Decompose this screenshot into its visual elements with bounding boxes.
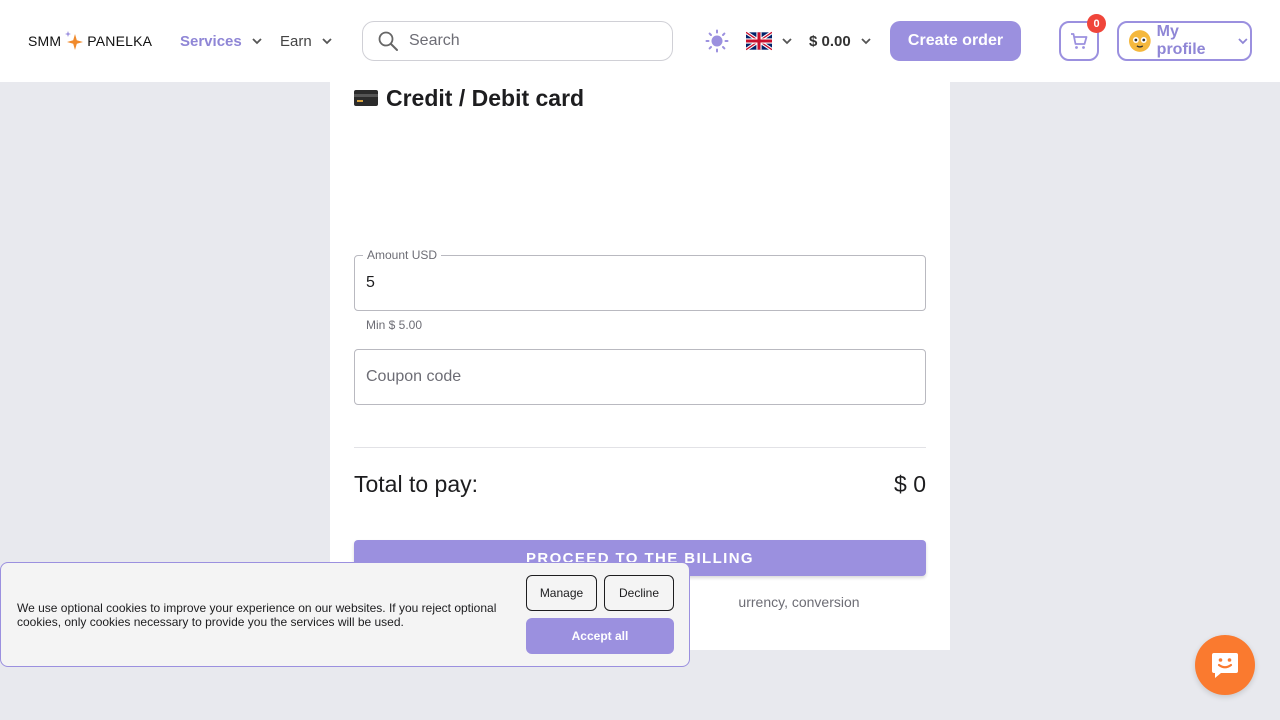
chevron-down-icon [861,38,871,45]
uk-flag-icon [746,31,772,51]
balance-dropdown[interactable]: $ 0.00 [809,31,873,51]
nav-services[interactable]: Services [180,31,264,51]
sparkle-icon [65,31,84,50]
currency-note-text: urrency, conversion [738,594,860,610]
chevron-down-icon [322,38,332,45]
cart-icon [1071,33,1088,49]
amount-helper-text: Min $ 5.00 [366,318,423,332]
divider [354,447,926,448]
cart-count-badge: 0 [1087,14,1106,33]
search-input[interactable] [409,32,649,50]
cookie-manage-button[interactable]: Manage [526,575,597,611]
nav-earn[interactable]: Earn [280,31,334,51]
search-icon [378,31,398,51]
amount-input[interactable] [366,256,914,310]
coupon-input[interactable] [366,350,914,404]
avatar-icon [1128,30,1151,52]
chevron-down-icon [1238,38,1248,45]
payment-method-title: Credit / Debit card [354,84,584,112]
search-box [362,21,673,61]
cookie-accept-all-button[interactable]: Accept all [526,618,674,654]
nav-services-label: Services [180,32,242,50]
balance-value: $ 0.00 [809,32,851,50]
chat-widget-button[interactable] [1195,635,1255,695]
credit-card-icon [354,90,378,106]
theme-toggle[interactable] [705,29,729,53]
amount-field: Amount USD [354,248,926,311]
total-label: Total to pay: [354,471,479,497]
logo-text-smm: SMM [28,33,62,49]
chat-icon [1212,653,1238,678]
cookie-banner: We use optional cookies to improve your … [0,562,690,667]
chevron-down-icon [782,38,792,45]
coupon-field [354,349,926,405]
profile-label: My profile [1156,23,1206,58]
payment-title-text: Credit / Debit card [386,84,585,111]
create-order-button[interactable]: Create order [890,21,1021,61]
total-value: $ 0 [894,471,926,497]
chevron-down-icon [252,38,262,45]
site-logo[interactable]: SMM PANELKA [28,30,152,52]
top-header: SMM PANELKA Services Earn Search $ 0.00 … [0,0,1280,82]
nav-earn-label: Earn [280,32,312,50]
sun-icon [705,29,729,53]
profile-menu[interactable]: My profile [1117,21,1252,61]
language-selector[interactable] [746,30,794,52]
cookie-message: We use optional cookies to improve your … [17,601,497,629]
logo-text-panelka: PANELKA [87,33,153,49]
cookie-decline-button[interactable]: Decline [604,575,674,611]
